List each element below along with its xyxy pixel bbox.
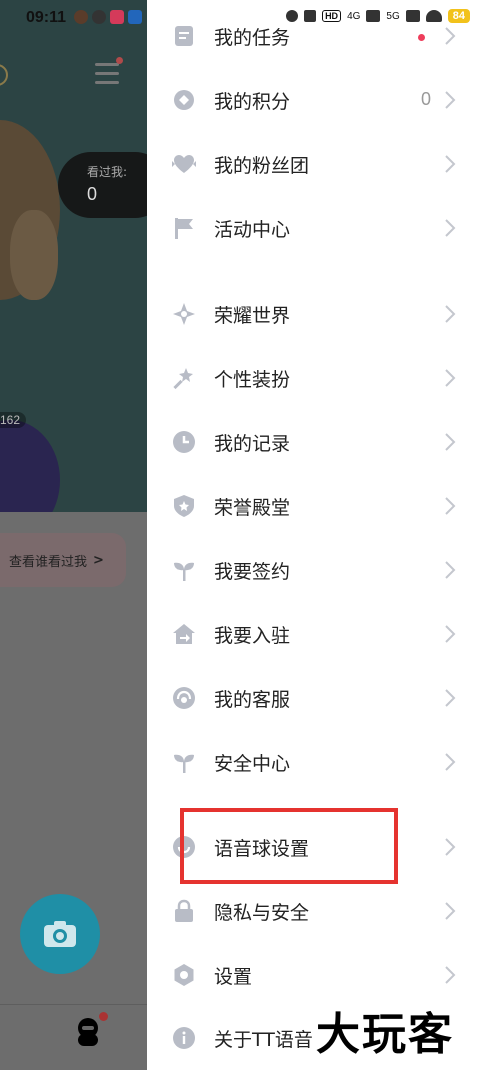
menu-item-customer-service[interactable]: 我的客服	[147, 666, 480, 730]
house-arrow-icon	[173, 624, 195, 644]
notification-dot	[418, 34, 425, 41]
app-notification-icon	[110, 10, 124, 24]
status-notification-icons	[74, 10, 142, 24]
sprout-icon	[174, 562, 194, 581]
camera-button[interactable]	[20, 894, 100, 974]
profile-art-shape	[10, 210, 58, 300]
chevron-right-icon: >	[93, 552, 104, 568]
chevron-right-icon	[445, 902, 456, 920]
points-value: 0	[421, 89, 432, 109]
sprout-icon	[174, 754, 194, 773]
watermark-text: 大玩客	[316, 1009, 454, 1060]
chevron-right-icon	[445, 433, 456, 451]
side-drawer: HD 4G 5G 84 我的任务 我的积分 0 我的粉丝团 活动中心 荣耀世界 …	[147, 0, 480, 1070]
menu-item-my-tasks[interactable]: 我的任务	[147, 4, 480, 68]
profile-content-panel	[0, 512, 147, 1070]
menu-icon[interactable]	[95, 57, 123, 85]
chevron-right-icon	[445, 497, 456, 515]
glory-star-icon	[173, 303, 195, 325]
flag-icon	[175, 218, 193, 239]
shield-star-icon	[174, 495, 194, 517]
menu-item-my-points[interactable]: 我的积分 0	[147, 68, 480, 132]
app-notification-icon	[92, 10, 106, 24]
info-icon	[173, 1027, 195, 1049]
menu-item-label: 个性装扮	[214, 369, 291, 391]
chevron-right-icon	[445, 753, 456, 771]
camera-icon	[44, 921, 76, 947]
chevron-right-icon	[445, 838, 456, 856]
menu-item-security-center[interactable]: 安全中心	[147, 730, 480, 794]
chevron-right-icon	[445, 219, 456, 237]
menu-item-hall-of-honor[interactable]: 荣誉殿堂	[147, 474, 480, 538]
chevron-right-icon	[445, 966, 456, 984]
notification-dot	[116, 57, 123, 64]
notification-dot	[99, 1012, 108, 1021]
menu-item-my-records[interactable]: 我的记录	[147, 410, 480, 474]
chevron-right-icon	[445, 91, 456, 109]
status-time: 09:11	[26, 9, 67, 26]
menu-item-activity-center[interactable]: 活动中心	[147, 196, 480, 260]
headset-icon	[173, 687, 195, 709]
menu-item-label: 我要入驻	[214, 625, 291, 647]
clock-icon	[173, 431, 195, 453]
menu-item-label: 我的积分	[214, 91, 291, 113]
who-viewed-me-button[interactable]: 查看谁看过我 >	[0, 533, 126, 587]
menu-item-privacy-security[interactable]: 隐私与安全	[147, 879, 480, 943]
magic-wand-icon	[173, 368, 193, 390]
bottom-nav-divider	[0, 1004, 147, 1005]
chevron-right-icon	[445, 561, 456, 579]
menu-item-label: 活动中心	[214, 219, 291, 241]
points-icon	[174, 90, 194, 110]
menu-item-personal-dressup[interactable]: 个性装扮	[147, 346, 480, 410]
menu-item-label: 我的客服	[214, 689, 291, 711]
task-icon	[175, 26, 193, 46]
me-tab[interactable]	[72, 1012, 108, 1048]
menu-item-glory-world[interactable]: 荣耀世界	[147, 282, 480, 346]
menu-item-label: 我的粉丝团	[214, 155, 310, 177]
menu-item-label: 隐私与安全	[214, 902, 310, 924]
menu-item-label: 我的任务	[214, 27, 291, 49]
lock-icon	[175, 899, 193, 922]
menu-item-label: 我的记录	[214, 433, 291, 455]
who-viewed-me-label: 查看谁看过我	[9, 554, 88, 570]
viewed-me-count: 0	[87, 184, 98, 204]
menu-item-label: 设置	[214, 966, 253, 988]
menu-item-join[interactable]: 我要入驻	[147, 602, 480, 666]
chevron-right-icon	[445, 369, 456, 387]
menu-item-sign-contract[interactable]: 我要签约	[147, 538, 480, 602]
fans-heart-icon	[172, 155, 196, 173]
gear-icon	[174, 964, 194, 986]
background-page-overlay[interactable]: 09:11 看过我: 0 162 查看谁看过我 >	[0, 0, 147, 1070]
highlight-annotation-box	[180, 808, 398, 884]
chevron-right-icon	[445, 689, 456, 707]
count-badge: 162	[0, 412, 27, 428]
viewed-me-label: 看过我:	[87, 165, 128, 179]
app-notification-icon	[74, 10, 88, 24]
chevron-right-icon	[445, 155, 456, 173]
viewed-me-card[interactable]	[58, 152, 147, 218]
menu-item-label: 关于TT语音	[214, 1029, 313, 1051]
menu-item-fan-club[interactable]: 我的粉丝团	[147, 132, 480, 196]
menu-item-label: 荣耀世界	[214, 305, 291, 327]
menu-item-label: 荣誉殿堂	[214, 497, 291, 519]
chevron-right-icon	[445, 27, 456, 45]
chevron-right-icon	[445, 625, 456, 643]
chevron-right-icon	[445, 305, 456, 323]
menu-item-label: 安全中心	[214, 753, 291, 775]
person-icon	[78, 1018, 98, 1046]
menu-item-label: 我要签约	[214, 561, 291, 583]
app-notification-icon	[128, 10, 142, 24]
